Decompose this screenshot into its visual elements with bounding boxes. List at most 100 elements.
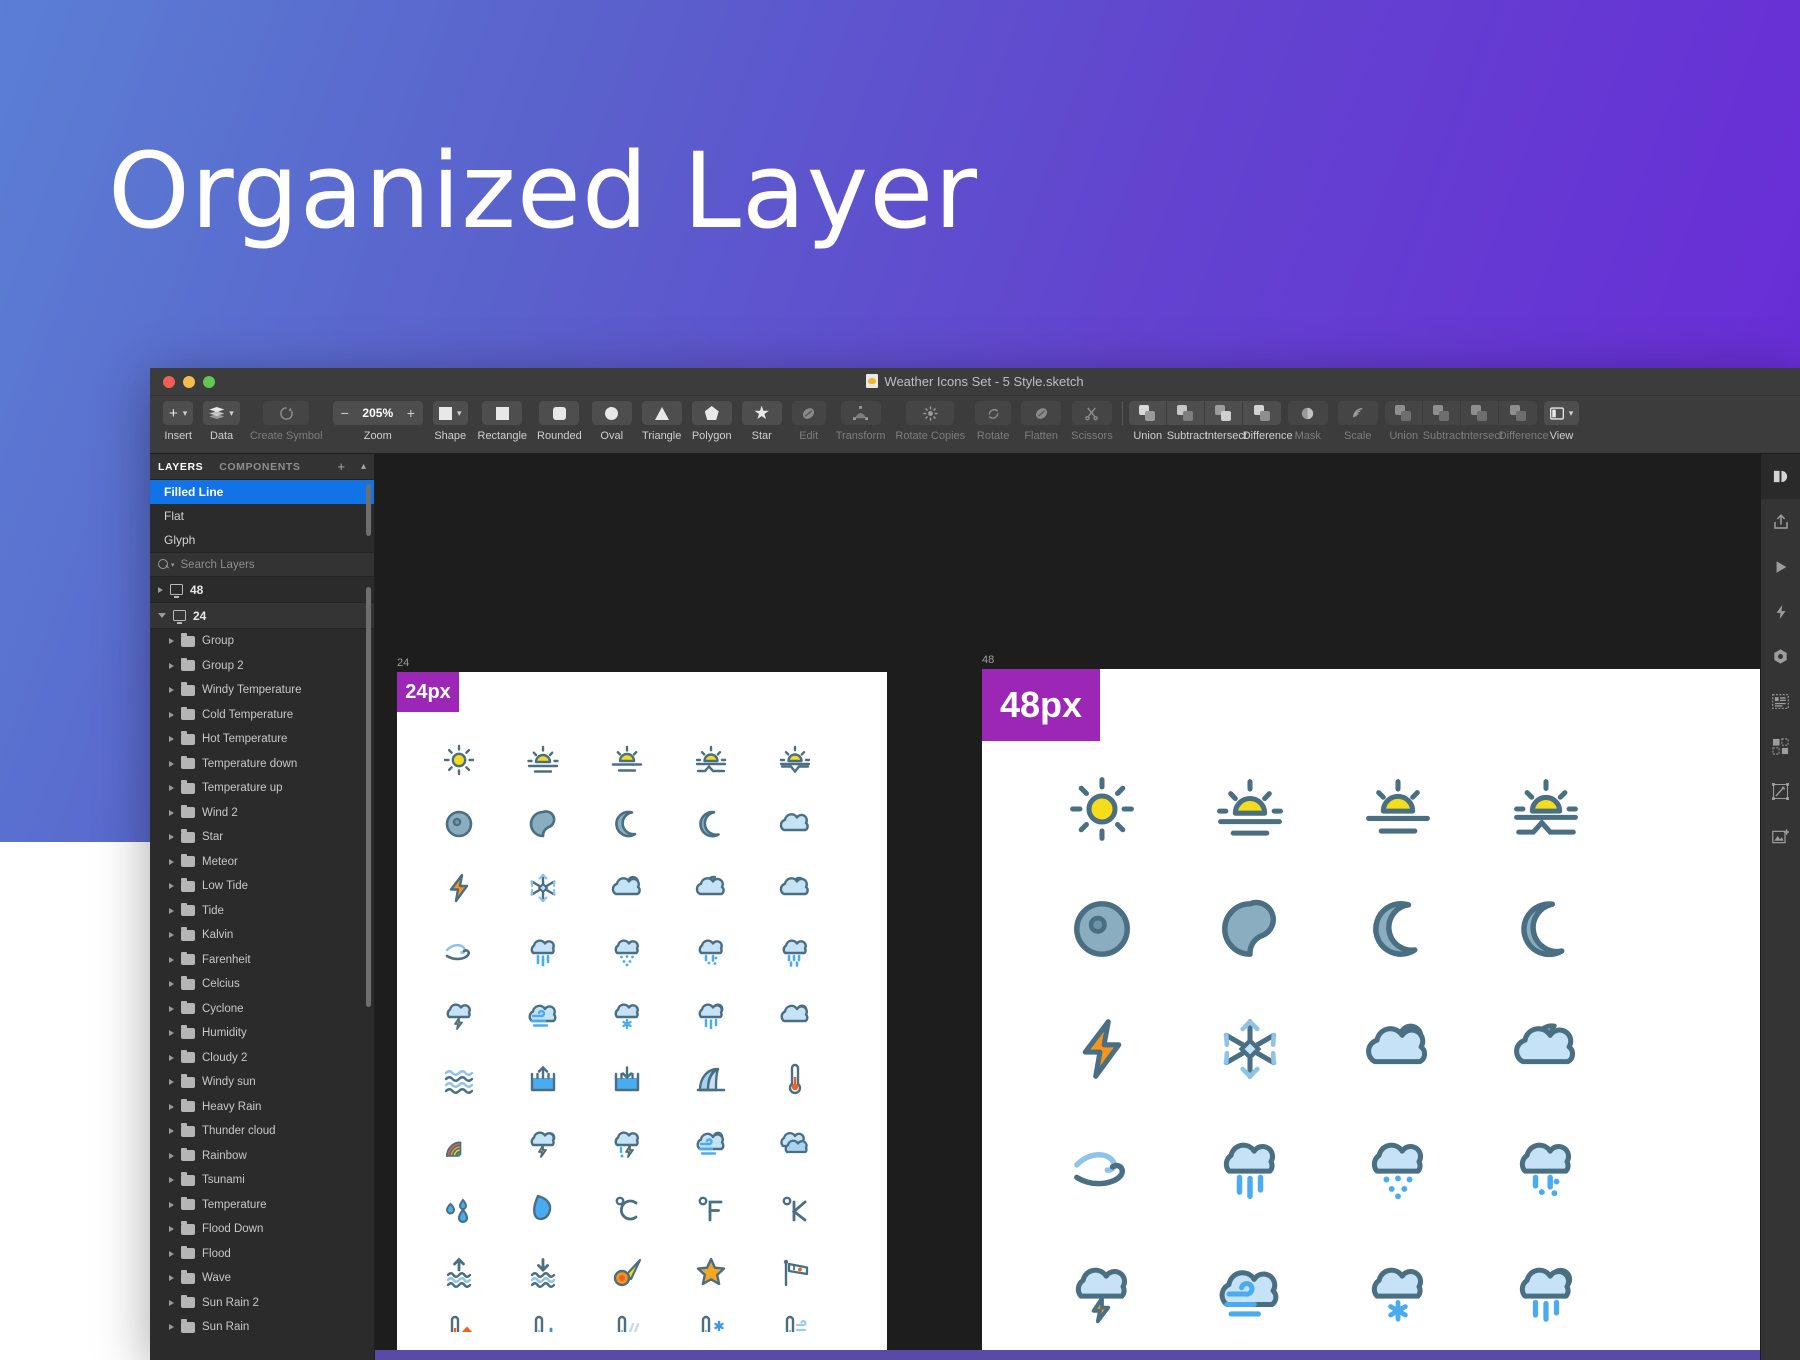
layer-group-cold-temperature[interactable]: Cold Temperature: [150, 703, 374, 728]
icon-moon-gibbous[interactable]: [529, 810, 556, 838]
layer-group-sun-rain[interactable]: Sun Rain: [150, 1315, 374, 1340]
union-button[interactable]: [1129, 401, 1167, 425]
disclosure-triangle-icon[interactable]: [169, 1005, 174, 1012]
layer-group-kalvin[interactable]: Kalvin: [150, 923, 374, 948]
zoom-stepper[interactable]: − 205% +: [332, 401, 423, 425]
toolbar-oval[interactable]: Oval: [587, 396, 637, 442]
artboard-24-name[interactable]: 24: [397, 657, 409, 669]
toolbar-polygon[interactable]: Polygon: [687, 396, 737, 442]
add-page-button[interactable]: +: [337, 459, 345, 474]
create-symbol-button[interactable]: [263, 401, 310, 425]
icon-fahrenheit[interactable]: [698, 1196, 723, 1222]
disclosure-triangle-icon[interactable]: [169, 1054, 174, 1061]
view-button[interactable]: ▾: [1543, 401, 1580, 425]
scale-button[interactable]: [1337, 401, 1378, 425]
data-button[interactable]: ▾: [203, 401, 240, 425]
toolbar-zoom[interactable]: − 205% + Zoom: [328, 396, 428, 442]
icon-windsock[interactable]: [782, 1258, 809, 1287]
icon-sun[interactable]: [443, 744, 475, 776]
toolbar-rectangle[interactable]: Rectangle: [473, 396, 533, 442]
triangle-button[interactable]: [641, 401, 682, 425]
icon-waves[interactable]: [444, 1070, 474, 1094]
icon-sunrise-hill[interactable]: [1517, 782, 1576, 832]
icon-cloud-sleet[interactable]: [1522, 1145, 1568, 1196]
icon-humidity[interactable]: [445, 1198, 469, 1224]
toolbar-flatten[interactable]: Flatten: [1016, 396, 1066, 442]
pages-scrollbar[interactable]: [366, 484, 371, 536]
artboard-48-name[interactable]: 48: [982, 654, 994, 666]
disclosure-triangle-icon[interactable]: [169, 809, 174, 816]
rotate-copies-button[interactable]: [906, 401, 955, 425]
layer-group-tsunami[interactable]: Tsunami: [150, 1168, 374, 1193]
minimize-button[interactable]: [183, 375, 195, 388]
rail-play-button[interactable]: [1761, 544, 1800, 589]
icon-wind[interactable]: [1077, 1155, 1122, 1184]
icon-wind[interactable]: [445, 943, 470, 961]
canvas[interactable]: 24 24px 48 48px: [375, 454, 1760, 1360]
icon-sunrise[interactable]: [527, 745, 559, 773]
layer-group-temperature-down[interactable]: Temperature down: [150, 752, 374, 777]
layer-group-cloudy-2[interactable]: Cloudy 2: [150, 1046, 374, 1071]
search-layers-row[interactable]: ▾ Search Layers: [150, 552, 374, 577]
toolbar-star[interactable]: Star: [737, 396, 787, 442]
icon-cloud-moon[interactable]: [1517, 1026, 1573, 1062]
disclosure-triangle-icon[interactable]: [169, 736, 174, 743]
toolbar-view[interactable]: ▾ View: [1539, 396, 1585, 442]
zoom-in-button[interactable]: +: [407, 406, 415, 420]
disclosure-triangle-icon[interactable]: [169, 687, 174, 694]
icon-cloud-sun[interactable]: [1369, 1026, 1425, 1062]
disclosure-triangle-icon[interactable]: [169, 1299, 174, 1306]
layer-group-sun-rain-2[interactable]: Sun Rain 2: [150, 1291, 374, 1316]
star-button[interactable]: [741, 401, 782, 425]
rail-edit-shape-button[interactable]: [1761, 769, 1800, 814]
rail-inspector-button[interactable]: [1760, 454, 1800, 499]
toolbar-shape[interactable]: ▾ Shape: [428, 396, 473, 442]
layer-group-rainbow[interactable]: Rainbow: [150, 1144, 374, 1169]
search-input[interactable]: Search Layers: [181, 559, 255, 571]
icon-tsunami[interactable]: [696, 1067, 726, 1092]
layer-group-temperature[interactable]: Temperature: [150, 1193, 374, 1218]
layer-group-wind-2[interactable]: Wind 2: [150, 801, 374, 826]
page-item-filled-line[interactable]: Filled Line: [150, 480, 374, 504]
layer-group-tide[interactable]: Tide: [150, 899, 374, 924]
layer-group-wave[interactable]: Wave: [150, 1266, 374, 1291]
icon-sunrise-hill[interactable]: [695, 745, 727, 773]
toolbar-mask[interactable]: Mask: [1283, 396, 1333, 442]
artboard-48[interactable]: 48px: [982, 669, 1760, 1360]
toolbar-transform[interactable]: Transform: [831, 396, 891, 442]
icon-eclipse[interactable]: [1077, 904, 1127, 954]
layer-group-low-tide[interactable]: Low Tide: [150, 874, 374, 899]
mask-button[interactable]: [1287, 401, 1328, 425]
edit-button[interactable]: [791, 401, 826, 425]
subtract-2-button[interactable]: [1423, 401, 1461, 425]
icon-water-drop[interactable]: [532, 1194, 552, 1221]
icon-cloud-sun-rain[interactable]: [1522, 1270, 1570, 1319]
icon-low-tide[interactable]: [614, 1066, 640, 1092]
icon-cloud-moon[interactable]: [695, 875, 725, 896]
disclosure-triangle-icon[interactable]: [158, 613, 166, 618]
layer-group-farenheit[interactable]: Farenheit: [150, 948, 374, 973]
layer-group-group[interactable]: Group: [150, 629, 374, 654]
icon-meteor[interactable]: [613, 1258, 642, 1287]
disclosure-triangle-icon[interactable]: [169, 858, 174, 865]
toolbar-scissors[interactable]: Scissors: [1066, 396, 1118, 442]
disclosure-triangle-icon[interactable]: [169, 1275, 174, 1282]
icon-flood-up[interactable]: [446, 1258, 472, 1289]
icon-sunset-valley[interactable]: [779, 745, 811, 773]
disclosure-triangle-icon[interactable]: [169, 662, 174, 669]
icon-cloud[interactable]: [779, 813, 809, 832]
icon-eclipse[interactable]: [445, 810, 473, 838]
disclosure-triangle-icon[interactable]: [158, 586, 163, 593]
disclosure-triangle-icon[interactable]: [169, 956, 174, 963]
intersect-2-button[interactable]: [1461, 401, 1499, 425]
icon-cloud-sun-rain[interactable]: [698, 1003, 724, 1030]
icon-cloud-wind[interactable]: [1222, 1273, 1276, 1314]
icon-cloud-drizzle[interactable]: [614, 939, 639, 968]
disclosure-triangle-icon[interactable]: [169, 907, 174, 914]
icon-high-tide[interactable]: [530, 1066, 556, 1092]
icon-cloud-lightning[interactable]: [446, 1003, 471, 1031]
icon-flood-down[interactable]: [530, 1258, 556, 1289]
toolbar-edit[interactable]: Edit: [787, 396, 831, 442]
toolbar-rounded[interactable]: Rounded: [532, 396, 587, 442]
rounded-button[interactable]: [539, 401, 580, 425]
